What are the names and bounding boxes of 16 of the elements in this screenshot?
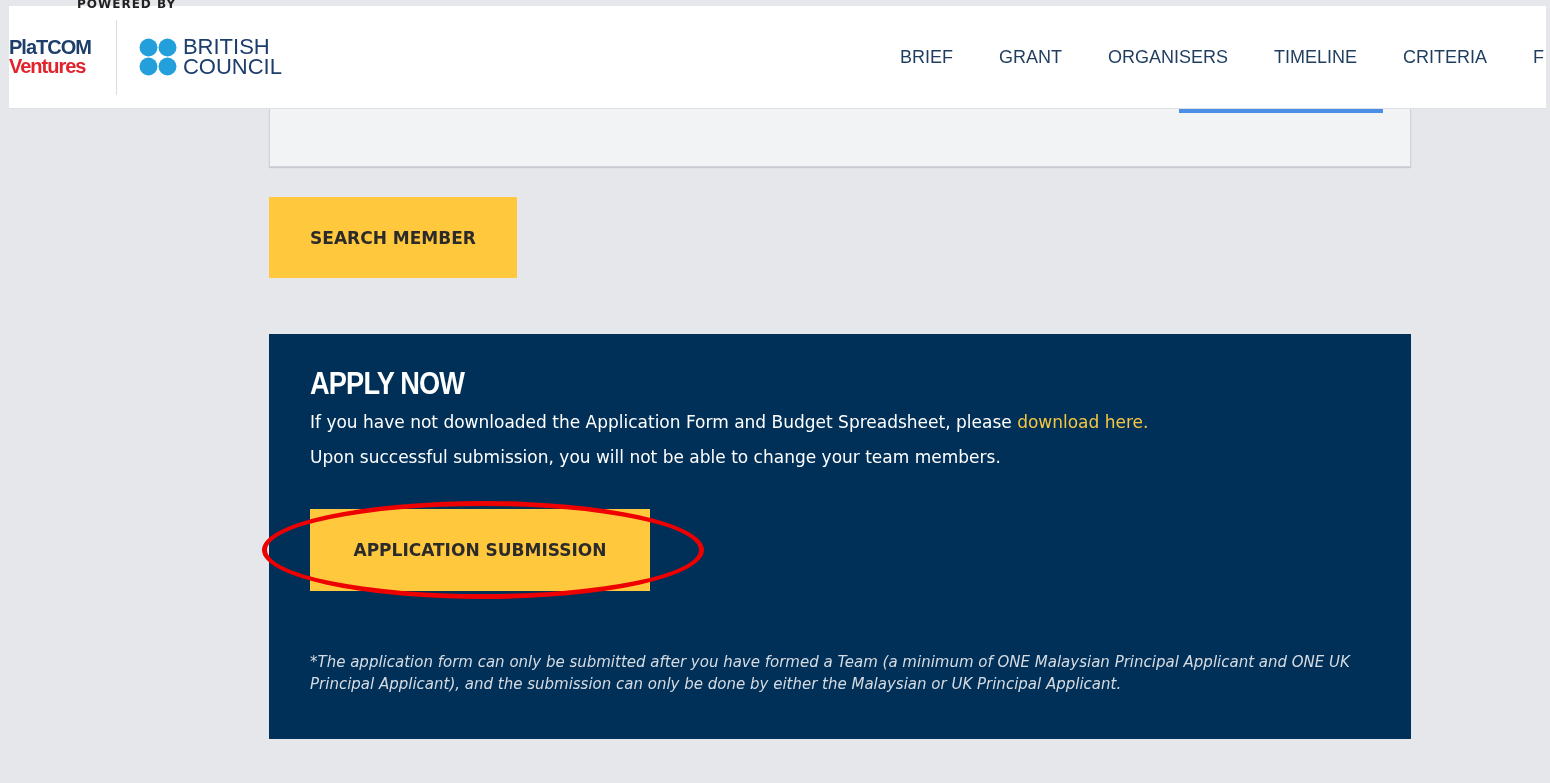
nav-link[interactable]: TIMELINE xyxy=(1273,46,1357,68)
nav-link[interactable]: ORGANISERS xyxy=(1107,46,1228,68)
four-circles-icon xyxy=(138,38,177,76)
footnote-text: *The application form can only be submitted after you have formed a Team (a minimum of ONE Malaysian Principal Applicant and ONE UK Principal Applicant), and the submission can only be done by either the Malaysian or UK Principal Applicant. xyxy=(310,652,1352,695)
nav-link[interactable]: BRIEF xyxy=(899,46,953,68)
application-submission-button[interactable]: APPLICATION SUBMISSION xyxy=(310,509,650,591)
nav-link[interactable]: GRANT xyxy=(998,46,1062,68)
apply-notice-text: Upon successful submission, you will not be able to change your team members. xyxy=(310,446,1002,469)
download-link[interactable]: download here. xyxy=(1017,412,1149,432)
british-council-logo[interactable]: BRITISH COUNCIL xyxy=(138,37,282,77)
nav-link[interactable]: CRITERIA xyxy=(1403,46,1487,68)
platcom-logo[interactable]: PlaTCOM Ventures xyxy=(9,38,91,76)
nav-link[interactable]: F xyxy=(1533,46,1544,68)
search-member-button[interactable]: SEARCH MEMBER xyxy=(269,197,517,278)
apply-title: APPLY NOW xyxy=(310,364,466,402)
apply-intro-text: If you have not downloaded the Application Form and Budget Spreadsheet, please download here. xyxy=(310,411,1150,434)
